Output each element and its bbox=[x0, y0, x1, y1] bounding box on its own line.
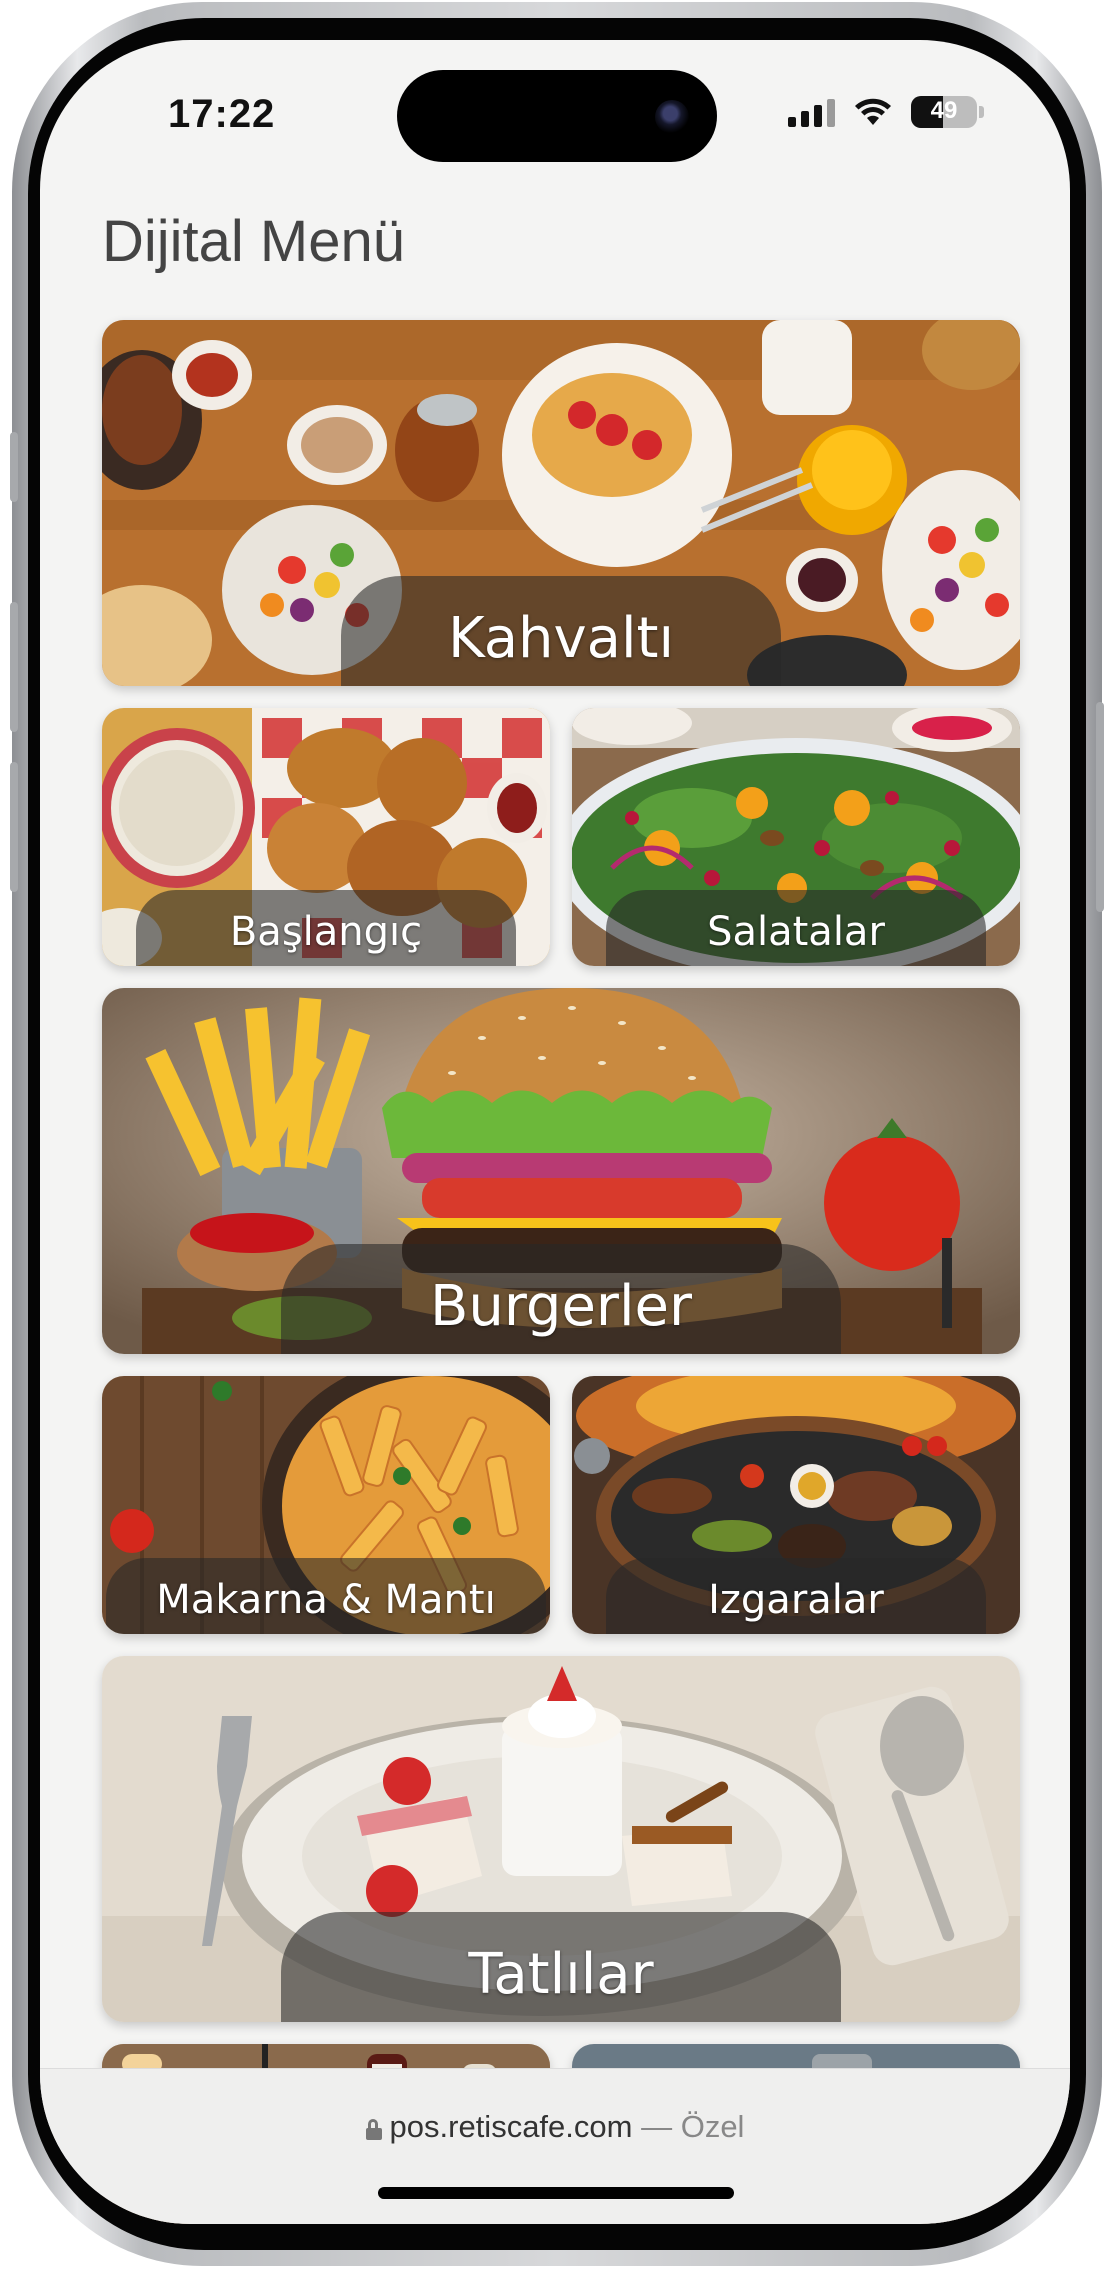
category-card-makarna-manti[interactable]: Makarna & Mantı bbox=[102, 1376, 550, 1634]
category-label: Izgaralar bbox=[708, 1577, 884, 1623]
wifi-icon bbox=[855, 98, 891, 125]
page-title: Dijital Menü bbox=[102, 209, 405, 274]
category-label: Salatalar bbox=[707, 909, 885, 955]
category-label-bg: Kahvaltı bbox=[341, 576, 781, 686]
camera-icon bbox=[655, 100, 689, 134]
category-label-bg: Izgaralar bbox=[606, 1558, 986, 1634]
browser-address-bar[interactable]: pos.retiscafe.com — Özel bbox=[40, 2068, 1070, 2224]
dynamic-island bbox=[397, 70, 717, 162]
status-icons: 49 bbox=[788, 96, 984, 128]
mute-switch bbox=[10, 432, 18, 502]
category-label: Burgerler bbox=[429, 1273, 692, 1339]
category-label-bg: Burgerler bbox=[281, 1244, 841, 1354]
battery-icon: 49 bbox=[911, 96, 977, 128]
category-label-bg: Tatlılar bbox=[281, 1912, 841, 2022]
category-label: Başlangıç bbox=[229, 909, 423, 955]
category-card-izgaralar[interactable]: Izgaralar bbox=[572, 1376, 1020, 1634]
category-card-baslangic[interactable]: Başlangıç bbox=[102, 708, 550, 966]
power-button bbox=[1096, 702, 1104, 912]
cellular-signal-icon bbox=[788, 97, 835, 127]
category-label-bg: Başlangıç bbox=[136, 890, 516, 966]
battery-percentage: 49 bbox=[930, 97, 958, 124]
home-indicator[interactable] bbox=[378, 2187, 734, 2199]
category-label: Makarna & Mantı bbox=[156, 1577, 496, 1623]
url-display[interactable]: pos.retiscafe.com — Özel bbox=[40, 2109, 1070, 2145]
url-domain: pos.retiscafe.com bbox=[389, 2109, 633, 2144]
screen: 17:22 49 Dijital Menü Kahvaltı Başlangıç… bbox=[40, 40, 1070, 2224]
status-time: 17:22 bbox=[168, 92, 276, 136]
battery-tip bbox=[979, 106, 984, 118]
category-card-kahvalti[interactable]: Kahvaltı bbox=[102, 320, 1020, 686]
category-card-tatlilar[interactable]: Tatlılar bbox=[102, 1656, 1020, 2022]
category-label: Kahvaltı bbox=[447, 605, 675, 671]
volume-down-button bbox=[10, 762, 18, 892]
category-card-burgerler[interactable]: Burgerler bbox=[102, 988, 1020, 1354]
lock-icon bbox=[365, 2119, 382, 2140]
category-label-bg: Salatalar bbox=[606, 890, 986, 966]
category-label: Tatlılar bbox=[468, 1941, 654, 2007]
private-mode-label: — Özel bbox=[641, 2109, 745, 2144]
volume-up-button bbox=[10, 602, 18, 732]
category-label-bg: Makarna & Mantı bbox=[106, 1558, 546, 1634]
category-card-salatalar[interactable]: Salatalar bbox=[572, 708, 1020, 966]
